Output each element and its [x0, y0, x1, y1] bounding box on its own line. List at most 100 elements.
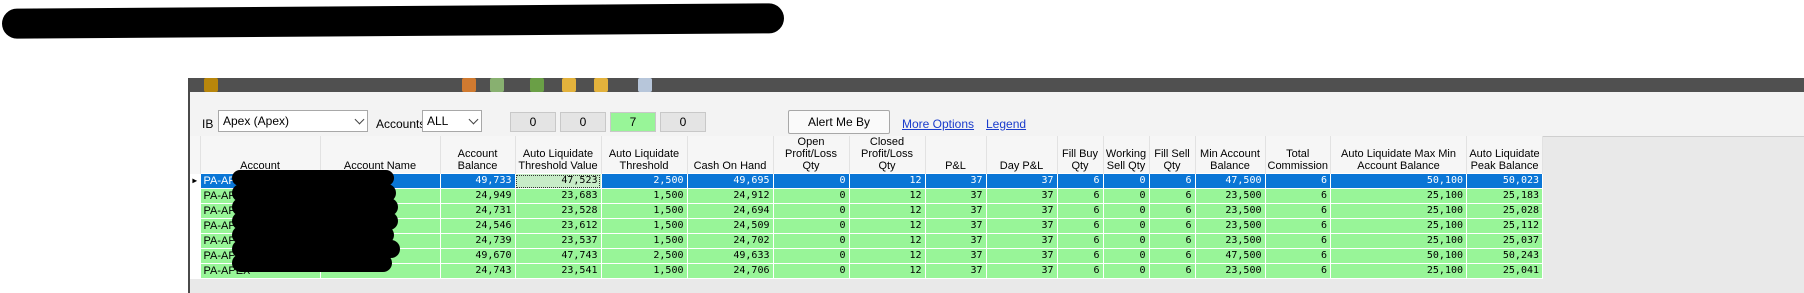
table-cell[interactable]: 24,949 — [439, 188, 516, 204]
row-pointer-icon[interactable]: ▶ — [190, 173, 200, 189]
table-cell[interactable]: 23,500 — [1194, 188, 1266, 204]
table-cell[interactable]: 0 — [1102, 203, 1150, 219]
warning-icon[interactable] — [594, 78, 608, 92]
table-cell[interactable]: 23,500 — [1194, 233, 1266, 249]
table-cell[interactable]: 37 — [985, 188, 1058, 204]
table-cell[interactable]: 37 — [924, 218, 987, 234]
table-cell[interactable]: 24,509 — [686, 218, 774, 234]
table-cell[interactable]: 24,546 — [439, 218, 516, 234]
table-cell[interactable]: 25,041 — [1466, 263, 1544, 279]
table-cell[interactable]: 49,695 — [686, 173, 774, 189]
table-cell[interactable]: 49,733 — [439, 173, 516, 189]
column-header[interactable]: Total Commission — [1265, 136, 1332, 174]
row-selector[interactable] — [190, 233, 200, 249]
table-cell[interactable]: 25,100 — [1330, 263, 1468, 279]
accounts-select[interactable]: ALL — [422, 110, 482, 132]
table-cell[interactable]: 6 — [1264, 173, 1332, 189]
clipboard-icon[interactable] — [638, 78, 652, 92]
column-header[interactable]: Day P&L — [986, 136, 1058, 174]
table-cell[interactable]: 12 — [848, 248, 926, 264]
column-header[interactable]: Fill Buy Qty — [1057, 136, 1104, 174]
table-cell[interactable]: 6 — [1148, 233, 1196, 249]
table-cell[interactable]: 24,702 — [686, 233, 774, 249]
table-cell[interactable]: 1,500 — [600, 218, 688, 234]
table-cell[interactable]: 12 — [848, 188, 926, 204]
table-cell[interactable]: 6 — [1264, 188, 1332, 204]
table-cell[interactable]: 6 — [1056, 233, 1104, 249]
column-header[interactable]: P&L — [925, 136, 987, 174]
row-selector[interactable] — [190, 203, 200, 219]
table-cell[interactable]: 0 — [1102, 248, 1150, 264]
table-cell[interactable]: 6 — [1056, 188, 1104, 204]
close-x-icon[interactable] — [462, 78, 476, 92]
table-cell[interactable]: 49,670 — [439, 248, 516, 264]
legend-link[interactable]: Legend — [986, 117, 1026, 131]
table-cell[interactable]: 24,743 — [439, 263, 516, 279]
table-cell[interactable]: 2,500 — [600, 173, 688, 189]
table-cell[interactable]: 37 — [985, 203, 1058, 219]
table-cell[interactable]: 37 — [924, 203, 987, 219]
row-selector[interactable] — [190, 263, 200, 279]
table-cell[interactable]: 12 — [848, 218, 926, 234]
table-cell[interactable]: 23,683 — [514, 188, 602, 204]
table-cell[interactable]: 37 — [985, 233, 1058, 249]
table-cell[interactable]: 1,500 — [600, 203, 688, 219]
table-cell[interactable]: 25,100 — [1330, 233, 1468, 249]
column-header[interactable]: Auto Liquidate Peak Balance — [1466, 136, 1544, 174]
table-cell[interactable]: 50,243 — [1466, 248, 1544, 264]
table-cell[interactable]: 23,500 — [1194, 218, 1266, 234]
table-cell[interactable]: 6 — [1056, 248, 1104, 264]
table-cell[interactable]: 50,100 — [1330, 173, 1468, 189]
more-options-link[interactable]: More Options — [902, 117, 974, 131]
table-cell[interactable]: 6 — [1056, 263, 1104, 279]
table-cell[interactable]: 6 — [1056, 203, 1104, 219]
table-cell[interactable]: 0 — [772, 188, 850, 204]
table-cell[interactable]: 25,100 — [1330, 188, 1468, 204]
column-header[interactable]: Auto Liquidate Threshold — [601, 136, 688, 174]
table-cell[interactable]: 24,739 — [439, 233, 516, 249]
table-cell[interactable]: 50,023 — [1466, 173, 1544, 189]
table-cell[interactable]: 50,100 — [1330, 248, 1468, 264]
table-cell[interactable]: 6 — [1264, 248, 1332, 264]
table-cell[interactable]: 12 — [848, 233, 926, 249]
table-cell[interactable]: 12 — [848, 263, 926, 279]
table-cell[interactable]: 25,112 — [1466, 218, 1544, 234]
table-cell[interactable]: 0 — [772, 203, 850, 219]
table-cell[interactable]: 0 — [772, 263, 850, 279]
table-cell[interactable]: 0 — [772, 218, 850, 234]
table-cell[interactable]: 23,537 — [514, 233, 602, 249]
column-header[interactable]: Auto Liquidate Max Min Account Balance — [1330, 136, 1468, 174]
column-header[interactable]: Cash On Hand — [687, 136, 774, 174]
column-header[interactable]: Account — [200, 136, 321, 174]
column-header[interactable]: Fill Sell Qty — [1149, 136, 1196, 174]
table-cell[interactable]: 23,612 — [514, 218, 602, 234]
refresh-icon[interactable] — [490, 78, 504, 92]
table-cell[interactable]: 6 — [1056, 173, 1104, 189]
table-cell[interactable]: 25,183 — [1466, 188, 1544, 204]
column-header[interactable]: Auto Liquidate Threshold Value — [515, 136, 602, 174]
column-header[interactable]: Min Account Balance — [1195, 136, 1266, 174]
table-cell[interactable]: 6 — [1148, 248, 1196, 264]
table-cell[interactable]: 47,523 — [514, 173, 602, 189]
table-cell[interactable]: 24,706 — [686, 263, 774, 279]
table-cell[interactable]: 25,028 — [1466, 203, 1544, 219]
table-cell[interactable]: 24,912 — [686, 188, 774, 204]
table-cell[interactable]: 25,037 — [1466, 233, 1544, 249]
row-selector[interactable] — [190, 248, 200, 264]
table-cell[interactable]: 0 — [772, 233, 850, 249]
table-cell[interactable]: 24,694 — [686, 203, 774, 219]
table-cell[interactable]: 47,500 — [1194, 173, 1266, 189]
table-cell[interactable]: 25,100 — [1330, 218, 1468, 234]
column-header[interactable]: Working Sell Qty — [1103, 136, 1150, 174]
row-selector[interactable] — [190, 188, 200, 204]
table-cell[interactable]: 47,743 — [514, 248, 602, 264]
table-cell[interactable]: 37 — [924, 173, 987, 189]
table-cell[interactable]: 37 — [924, 233, 987, 249]
table-cell[interactable]: 0 — [1102, 218, 1150, 234]
table-cell[interactable]: 37 — [924, 248, 987, 264]
table-cell[interactable]: 0 — [1102, 263, 1150, 279]
table-cell[interactable]: 37 — [924, 188, 987, 204]
table-cell[interactable]: 6 — [1148, 173, 1196, 189]
table-cell[interactable]: 37 — [985, 218, 1058, 234]
table-cell[interactable]: 6 — [1148, 188, 1196, 204]
